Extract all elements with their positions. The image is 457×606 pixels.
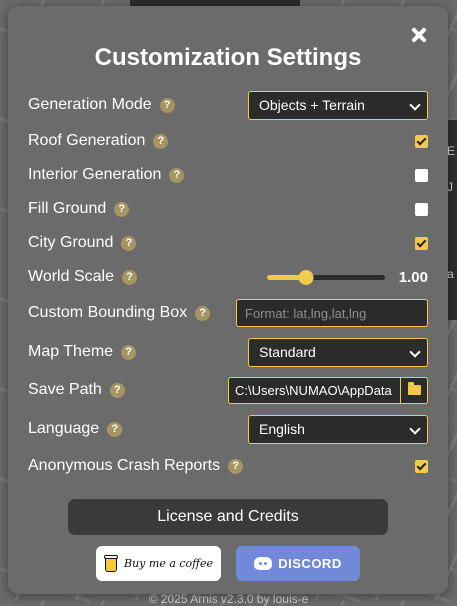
custom-bbox-placeholder: Format: lat,lng,lat,lng [245,305,367,321]
city-ground-label: City Ground [28,234,114,251]
chevron-down-icon [409,345,421,358]
coffee-button-label: Buy me a coffee [124,557,213,570]
generation-mode-label: Generation Mode [28,96,152,113]
fill-ground-label: Fill Ground [28,200,107,217]
chevron-down-icon [409,98,421,111]
help-icon[interactable]: ? [121,344,137,360]
side-panel-text: E [447,144,456,158]
world-scale-slider[interactable] [266,269,385,285]
map-theme-row: Map Theme ? Standard [28,337,428,367]
world-scale-row: World Scale ? 1.00 [28,263,428,291]
help-icon[interactable]: ? [228,458,244,474]
map-theme-value: Standard [259,344,316,360]
coffee-cup-icon [104,554,119,573]
interior-generation-row: Interior Generation ? [28,161,428,189]
help-icon[interactable]: ? [169,167,185,183]
side-panel-text: a [447,267,454,281]
discord-button-label: DISCORD [278,556,342,571]
map-theme-label: Map Theme [28,343,114,360]
customization-settings-modal: Customization Settings Generation Mode ?… [8,6,448,594]
custom-bbox-input[interactable]: Format: lat,lng,lat,lng [236,299,428,327]
close-icon[interactable] [410,26,428,44]
help-icon[interactable]: ? [153,133,169,149]
modal-title: Customization Settings [94,44,362,71]
help-icon[interactable]: ? [159,97,175,113]
save-path-row: Save Path ? C:\Users\NUMAO\AppData [28,376,428,404]
fill-ground-row: Fill Ground ? [28,195,428,223]
generation-mode-select[interactable]: Objects + Terrain [248,90,428,120]
save-path-value: C:\Users\NUMAO\AppData [235,382,392,398]
help-icon[interactable]: ? [121,269,137,285]
save-path-label: Save Path [28,381,102,398]
interior-generation-checkbox[interactable] [415,168,428,182]
language-value: English [259,421,305,437]
license-credits-button[interactable]: License and Credits [68,499,388,535]
discord-button[interactable]: DISCORD [236,546,360,581]
generation-mode-value: Objects + Terrain [259,97,365,113]
folder-icon [407,382,421,395]
roof-generation-checkbox[interactable] [415,134,428,148]
language-row: Language ? English [28,414,428,444]
crash-reports-checkbox[interactable] [415,459,428,473]
language-label: Language [28,420,100,437]
help-icon[interactable]: ? [107,421,123,437]
roof-generation-row: Roof Generation ? [28,127,428,155]
help-icon[interactable]: ? [109,382,125,398]
chevron-down-icon [409,422,421,435]
fill-ground-checkbox[interactable] [415,202,428,216]
interior-generation-label: Interior Generation [28,166,162,183]
crash-reports-row: Anonymous Crash Reports ? [28,452,428,480]
browse-folder-button[interactable] [400,376,428,404]
save-path-input[interactable]: C:\Users\NUMAO\AppData [228,376,400,404]
slider-thumb[interactable] [298,270,314,285]
city-ground-row: City Ground ? [28,229,428,257]
crash-reports-label: Anonymous Crash Reports [28,457,221,474]
generation-mode-row: Generation Mode ? Objects + Terrain [28,90,428,120]
help-icon[interactable]: ? [114,201,130,217]
world-scale-label: World Scale [28,268,114,285]
map-theme-select[interactable]: Standard [248,337,428,367]
world-scale-value: 1.00 [398,268,428,286]
help-icon[interactable]: ? [121,235,137,251]
help-icon[interactable]: ? [195,305,211,321]
buy-me-a-coffee-button[interactable]: Buy me a coffee [96,546,221,581]
custom-bbox-label: Custom Bounding Box [28,304,188,321]
language-select[interactable]: English [248,414,428,444]
city-ground-checkbox[interactable] [415,236,428,250]
roof-generation-label: Roof Generation [28,132,146,149]
custom-bbox-row: Custom Bounding Box ? Format: lat,lng,la… [28,299,428,327]
discord-icon [254,557,273,570]
